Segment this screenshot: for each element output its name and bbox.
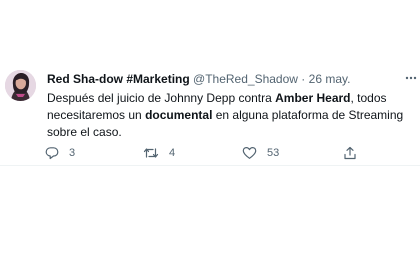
- tweet-text-part: Después del juicio de Johnny Depp contra: [47, 91, 276, 105]
- tweet-card[interactable]: Red Sha-dow #Marketing @TheRed_Shadow · …: [0, 55, 420, 166]
- avatar[interactable]: [5, 70, 36, 101]
- share-button[interactable]: [343, 144, 357, 162]
- like-button[interactable]: 53: [242, 144, 279, 162]
- more-dots-icon[interactable]: [404, 71, 418, 85]
- tweet-text-bold: documental: [145, 108, 213, 122]
- tweet-text: Después del juicio de Johnny Depp contra…: [47, 90, 407, 141]
- user-handle[interactable]: @TheRed_Shadow: [193, 72, 298, 86]
- reply-icon: [45, 147, 59, 160]
- display-name[interactable]: Red Sha-dow #Marketing: [47, 72, 190, 86]
- reply-button[interactable]: 3: [45, 144, 75, 162]
- avatar-image: [5, 70, 36, 101]
- tweet-date[interactable]: 26 may.: [309, 72, 351, 86]
- reply-count: 3: [69, 147, 76, 159]
- retweet-button[interactable]: 4: [143, 144, 175, 162]
- share-icon: [344, 146, 356, 160]
- tweet-text-bold: Amber Heard: [275, 91, 351, 105]
- heart-icon: [242, 147, 257, 159]
- tweet-header: Red Sha-dow #Marketing @TheRed_Shadow · …: [47, 72, 412, 86]
- tweet-actions: 3 4 53: [45, 144, 365, 162]
- retweet-icon: [143, 148, 159, 158]
- divider: [0, 165, 420, 166]
- like-count: 53: [267, 147, 280, 159]
- retweet-count: 4: [169, 147, 176, 159]
- separator-dot: ·: [301, 72, 306, 86]
